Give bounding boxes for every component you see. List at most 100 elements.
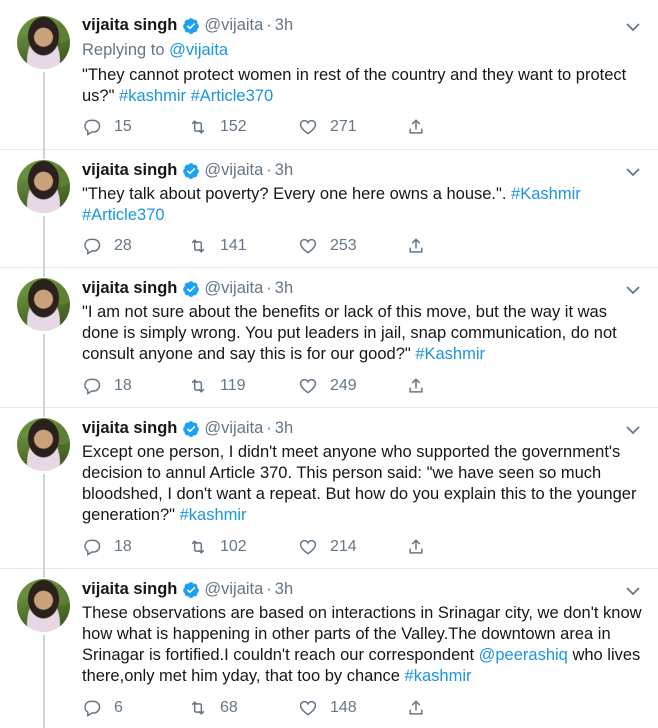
author-handle[interactable]: @vijaita bbox=[204, 279, 263, 298]
author-name[interactable]: vijaita singh bbox=[82, 580, 177, 599]
thread-line bbox=[43, 334, 45, 408]
retweet-button[interactable]: 119 bbox=[188, 376, 246, 396]
tweet-actions: 6 68 148 bbox=[82, 698, 442, 720]
author-handle[interactable]: @vijaita bbox=[204, 161, 263, 180]
replying-handle-link[interactable]: @vijaita bbox=[169, 41, 228, 59]
avatar[interactable] bbox=[17, 579, 70, 632]
timestamp[interactable]: 3h bbox=[275, 279, 293, 298]
share-button[interactable] bbox=[406, 117, 438, 137]
retweet-button[interactable]: 102 bbox=[188, 537, 247, 557]
retweet-button[interactable]: 68 bbox=[188, 698, 238, 718]
chevron-down-icon[interactable] bbox=[626, 22, 640, 32]
replying-prefix: Replying to bbox=[82, 41, 165, 59]
avatar[interactable] bbox=[17, 418, 70, 471]
share-button[interactable] bbox=[406, 537, 438, 557]
reply-icon bbox=[84, 119, 101, 136]
hashtag-link[interactable]: #Article370 bbox=[82, 206, 165, 224]
verified-badge-icon bbox=[183, 280, 200, 297]
reply-icon bbox=[84, 238, 101, 255]
like-button[interactable]: 249 bbox=[298, 376, 357, 396]
tweet-4[interactable]: vijaita singh @vijaita · 3h Except one p… bbox=[0, 408, 658, 569]
tweet-header: vijaita singh @vijaita · 3h bbox=[82, 580, 293, 599]
separator: · bbox=[266, 16, 272, 34]
timestamp[interactable]: 3h bbox=[275, 419, 293, 438]
avatar[interactable] bbox=[17, 16, 70, 69]
thread-line bbox=[43, 150, 45, 159]
avatar[interactable] bbox=[17, 278, 70, 331]
tweet-text: "They talk about poverty? Every one here… bbox=[82, 184, 644, 226]
tweet-header: vijaita singh @vijaita · 3h bbox=[82, 16, 293, 35]
reply-count: 15 bbox=[114, 118, 132, 135]
author-name[interactable]: vijaita singh bbox=[82, 419, 177, 438]
share-button[interactable] bbox=[406, 698, 438, 718]
share-icon bbox=[409, 378, 423, 393]
tweet-3[interactable]: vijaita singh @vijaita · 3h "I am not su… bbox=[0, 268, 658, 408]
share-icon bbox=[409, 539, 423, 554]
hashtag-link[interactable]: #kashmir bbox=[405, 667, 472, 685]
like-button[interactable]: 148 bbox=[298, 698, 357, 718]
author-handle[interactable]: @vijaita bbox=[204, 419, 263, 438]
chevron-down-icon[interactable] bbox=[626, 167, 640, 177]
retweet-count: 68 bbox=[220, 699, 238, 716]
share-icon bbox=[409, 238, 423, 253]
reply-icon bbox=[84, 378, 101, 395]
share-button[interactable] bbox=[406, 236, 438, 256]
separator: · bbox=[266, 419, 272, 437]
tweet-header: vijaita singh @vijaita · 3h bbox=[82, 161, 293, 180]
tweet-header: vijaita singh @vijaita · 3h bbox=[82, 279, 293, 298]
reply-button[interactable]: 18 bbox=[82, 376, 132, 396]
like-button[interactable]: 214 bbox=[298, 537, 357, 557]
mention-link[interactable]: @peerashiq bbox=[479, 646, 568, 664]
like-count: 271 bbox=[330, 118, 357, 135]
author-name[interactable]: vijaita singh bbox=[82, 161, 177, 180]
retweet-icon bbox=[191, 379, 205, 393]
retweet-button[interactable]: 141 bbox=[188, 236, 247, 256]
hashtag-link[interactable]: #kashmir bbox=[119, 87, 186, 105]
reply-count: 28 bbox=[114, 237, 132, 254]
share-button[interactable] bbox=[406, 376, 438, 396]
hashtag-link[interactable]: #kashmir bbox=[180, 506, 247, 524]
tweet-actions: 18 119 249 bbox=[82, 376, 442, 398]
retweet-button[interactable]: 152 bbox=[188, 117, 247, 137]
tweet-5[interactable]: vijaita singh @vijaita · 3h These observ… bbox=[0, 569, 658, 728]
like-button[interactable]: 253 bbox=[298, 236, 357, 256]
chevron-down-icon[interactable] bbox=[626, 586, 640, 596]
author-name[interactable]: vijaita singh bbox=[82, 279, 177, 298]
timestamp[interactable]: 3h bbox=[275, 16, 293, 35]
timestamp[interactable]: 3h bbox=[275, 580, 293, 599]
timestamp[interactable]: 3h bbox=[275, 161, 293, 180]
tweet-1[interactable]: vijaita singh @vijaita · 3h Replying to … bbox=[0, 0, 658, 150]
separator: · bbox=[266, 161, 272, 179]
reply-button[interactable]: 15 bbox=[82, 117, 132, 137]
like-button[interactable]: 271 bbox=[298, 117, 357, 137]
retweet-icon bbox=[191, 540, 205, 554]
reply-count: 18 bbox=[114, 377, 132, 394]
like-count: 214 bbox=[330, 538, 357, 555]
tweet-text: "They cannot protect women in rest of th… bbox=[82, 65, 644, 107]
author-handle[interactable]: @vijaita bbox=[204, 16, 263, 35]
separator: · bbox=[266, 580, 272, 598]
tweet-actions: 28 141 253 bbox=[82, 236, 442, 258]
reply-button[interactable]: 18 bbox=[82, 537, 132, 557]
reply-icon bbox=[84, 539, 101, 556]
share-icon bbox=[409, 700, 423, 715]
tweet-actions: 18 102 214 bbox=[82, 537, 442, 559]
hashtag-link[interactable]: #Kashmir bbox=[511, 185, 581, 203]
avatar[interactable] bbox=[17, 160, 70, 213]
tweet-2[interactable]: vijaita singh @vijaita · 3h "They talk a… bbox=[0, 150, 658, 268]
author-handle[interactable]: @vijaita bbox=[204, 580, 263, 599]
retweet-count: 141 bbox=[220, 237, 247, 254]
hashtag-link[interactable]: #Article370 bbox=[191, 87, 274, 105]
hashtag-link[interactable]: #Kashmir bbox=[415, 345, 485, 363]
like-icon bbox=[299, 539, 317, 555]
chevron-down-icon[interactable] bbox=[626, 285, 640, 295]
chevron-down-icon[interactable] bbox=[626, 425, 640, 435]
text-segment: "They talk about poverty? Every one here… bbox=[82, 185, 512, 203]
reply-count: 6 bbox=[114, 699, 123, 716]
author-name[interactable]: vijaita singh bbox=[82, 16, 177, 35]
reply-button[interactable]: 28 bbox=[82, 236, 132, 256]
like-icon bbox=[299, 700, 317, 716]
reply-button[interactable]: 6 bbox=[82, 698, 123, 718]
share-icon bbox=[409, 119, 423, 134]
verified-badge-icon bbox=[183, 17, 200, 34]
